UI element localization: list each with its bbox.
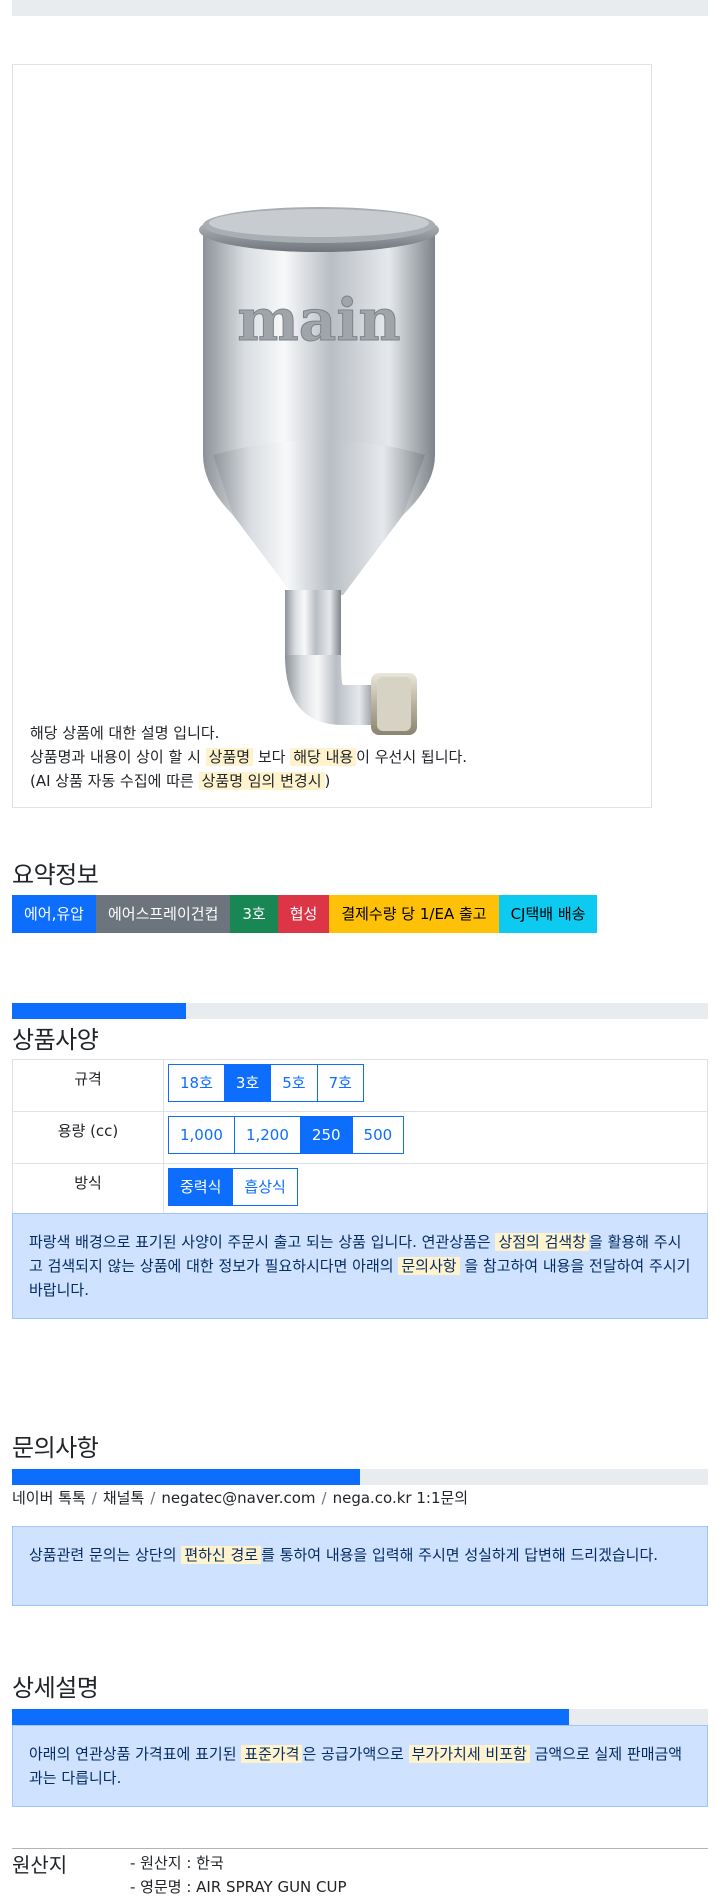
highlight-inquiry: 문의사항 — [398, 1257, 460, 1275]
description-line-1: 해당 상품에 대한 설명 입니다. — [30, 724, 220, 742]
contact-link[interactable]: 채널톡 — [103, 1489, 144, 1507]
spec-row: 용량 (cc) 1,000 1,200 250 500 — [12, 1111, 708, 1164]
option-group: 1,000 1,200 250 500 — [168, 1116, 703, 1154]
origin-item: - 영문명 : AIR SPRAY GUN CUP — [130, 1878, 347, 1896]
inquiry-title: 문의사항 — [12, 1434, 99, 1462]
spec-row: 방식 중력식 흡상식 — [12, 1163, 708, 1216]
spec-option-button[interactable]: 1,000 — [168, 1116, 235, 1154]
spec-row-label: 용량 (cc) — [12, 1111, 164, 1164]
text-segment: 보다 — [253, 748, 291, 766]
spec-option-button[interactable]: 500 — [351, 1116, 405, 1154]
summary-badge: 에어스프레이건컵 — [95, 895, 231, 933]
inquiry-notice: 상품관련 문의는 상단의 편하신 경로 를 통하여 내용을 입력해 주시면 성실하… — [12, 1526, 708, 1606]
contact-links: 네이버 톡톡 / 채널톡 / negatec@naver.com / nega.co.kr … — [12, 1487, 468, 1508]
text-segment: 상품관련 문의는 상단의 — [29, 1546, 182, 1564]
text-segment: 은 공급가액으로 — [302, 1745, 409, 1763]
option-group: 18호 3호 5호 7호 — [168, 1064, 703, 1102]
contact-link[interactable]: 네이버 톡톡 — [12, 1489, 86, 1507]
spec-table: 규격 18호 3호 5호 7호 용량 (cc) 1,000 1,200 250 500 방식 중력식 흡… — [12, 1059, 708, 1216]
summary-badge: 에어,유압 — [12, 895, 96, 933]
summary-title: 요약정보 — [12, 861, 99, 889]
text-segment: 아래의 연관상품 가격표에 표기된 — [29, 1745, 242, 1763]
inquiry-progress — [12, 1469, 708, 1485]
detail-progress — [12, 1709, 708, 1725]
spec-option-button[interactable]: 5호 — [270, 1064, 318, 1102]
origin-divider — [12, 1848, 708, 1849]
detail-progress-fill — [12, 1709, 569, 1725]
highlight-search: 상점의 검색창 — [495, 1233, 590, 1251]
detail-title: 상세설명 — [12, 1674, 99, 1702]
spec-option-button[interactable]: 18호 — [168, 1064, 225, 1102]
spec-row: 규격 18호 3호 5호 7호 — [12, 1059, 708, 1112]
description-line-3: (AI 상품 자동 수집에 따른 상품명 임의 변경시) — [30, 769, 467, 793]
contact-link[interactable]: nega.co.kr 1:1문의 — [333, 1489, 469, 1507]
summary-badge: 협성 — [277, 895, 330, 933]
spec-option-button[interactable]: 중력식 — [168, 1168, 234, 1206]
text-segment: 상품명과 내용이 상이 할 시 — [30, 748, 206, 766]
inquiry-progress-fill — [12, 1469, 360, 1485]
spec-row-options: 18호 3호 5호 7호 — [163, 1059, 708, 1112]
separator: / — [150, 1489, 156, 1507]
product-card: main 해당 상품에 대한 설명 입니다. 상품명과 내용이 상이 할 시 상… — [12, 64, 652, 808]
summary-badge: 결제수량 당 1/EA 출고 — [329, 895, 499, 933]
origin-item: - 원산지 : 한국 — [130, 1854, 224, 1872]
summary-badge: 3호 — [230, 895, 278, 933]
top-progress-bar — [12, 0, 708, 16]
text-segment: (AI 상품 자동 수집에 따른 — [30, 772, 199, 790]
cup-label-text: main — [237, 286, 400, 354]
spec-option-button[interactable]: 7호 — [316, 1064, 364, 1102]
origin-list: - 원산지 : 한국 - 영문명 : AIR SPRAY GUN CUP — [130, 1851, 347, 1897]
description-line-2: 상품명과 내용이 상이 할 시 상품명 보다 해당 내용 이 우선시 됩니다. — [30, 745, 467, 769]
spec-option-button[interactable]: 250 — [299, 1116, 353, 1154]
highlight-vat: 부가가치세 비포함 — [408, 1745, 530, 1763]
spec-row-options: 중력식 흡상식 — [163, 1163, 708, 1216]
spec-notice: 파랑색 배경으로 표기된 사양이 주문시 출고 되는 상품 입니다. 연관상품은… — [12, 1213, 708, 1319]
text-segment: 이 우선시 됩니다. — [356, 748, 468, 766]
highlight-standard-price: 표준가격 — [241, 1745, 303, 1763]
origin-title: 원산지 — [12, 1853, 68, 1877]
spec-option-button[interactable]: 1,200 — [233, 1116, 301, 1154]
separator: / — [91, 1489, 97, 1507]
spec-title: 상품사양 — [12, 1026, 99, 1054]
highlight-name-change: 상품명 임의 변경시 — [198, 772, 325, 790]
highlight-product-name: 상품명 — [205, 748, 254, 766]
spec-row-label: 방식 — [12, 1163, 164, 1216]
separator: / — [321, 1489, 327, 1507]
option-group: 중력식 흡상식 — [168, 1168, 703, 1206]
spec-progress-fill — [12, 1003, 186, 1019]
summary-badges: 에어,유압 에어스프레이건컵 3호 협성 결제수량 당 1/EA 출고 CJ택배 배송 — [12, 895, 598, 933]
text-segment: ) — [324, 772, 331, 790]
spec-option-button[interactable]: 3호 — [223, 1064, 272, 1102]
highlight-content: 해당 내용 — [290, 748, 357, 766]
text-segment: 를 통하여 내용을 입력해 주시면 성실하게 답변해 드리겠습니다. — [261, 1546, 659, 1564]
product-description: 해당 상품에 대한 설명 입니다. 상품명과 내용이 상이 할 시 상품명 보다… — [30, 721, 467, 793]
summary-badge: CJ택배 배송 — [498, 895, 598, 933]
spec-option-button[interactable]: 흡상식 — [232, 1168, 298, 1206]
spec-row-options: 1,000 1,200 250 500 — [163, 1111, 708, 1164]
product-image: main — [199, 207, 439, 735]
spec-row-label: 규격 — [12, 1059, 164, 1112]
highlight-route: 편하신 경로 — [181, 1546, 262, 1564]
spec-progress — [12, 1003, 708, 1019]
detail-notice: 아래의 연관상품 가격표에 표기된 표준가격 은 공급가액으로 부가가치세 비포함… — [12, 1725, 708, 1807]
text-segment: 파랑색 배경으로 표기된 사양이 주문시 출고 되는 상품 입니다. 연관상품은 — [29, 1233, 496, 1251]
contact-link[interactable]: negatec@naver.com — [161, 1489, 315, 1507]
